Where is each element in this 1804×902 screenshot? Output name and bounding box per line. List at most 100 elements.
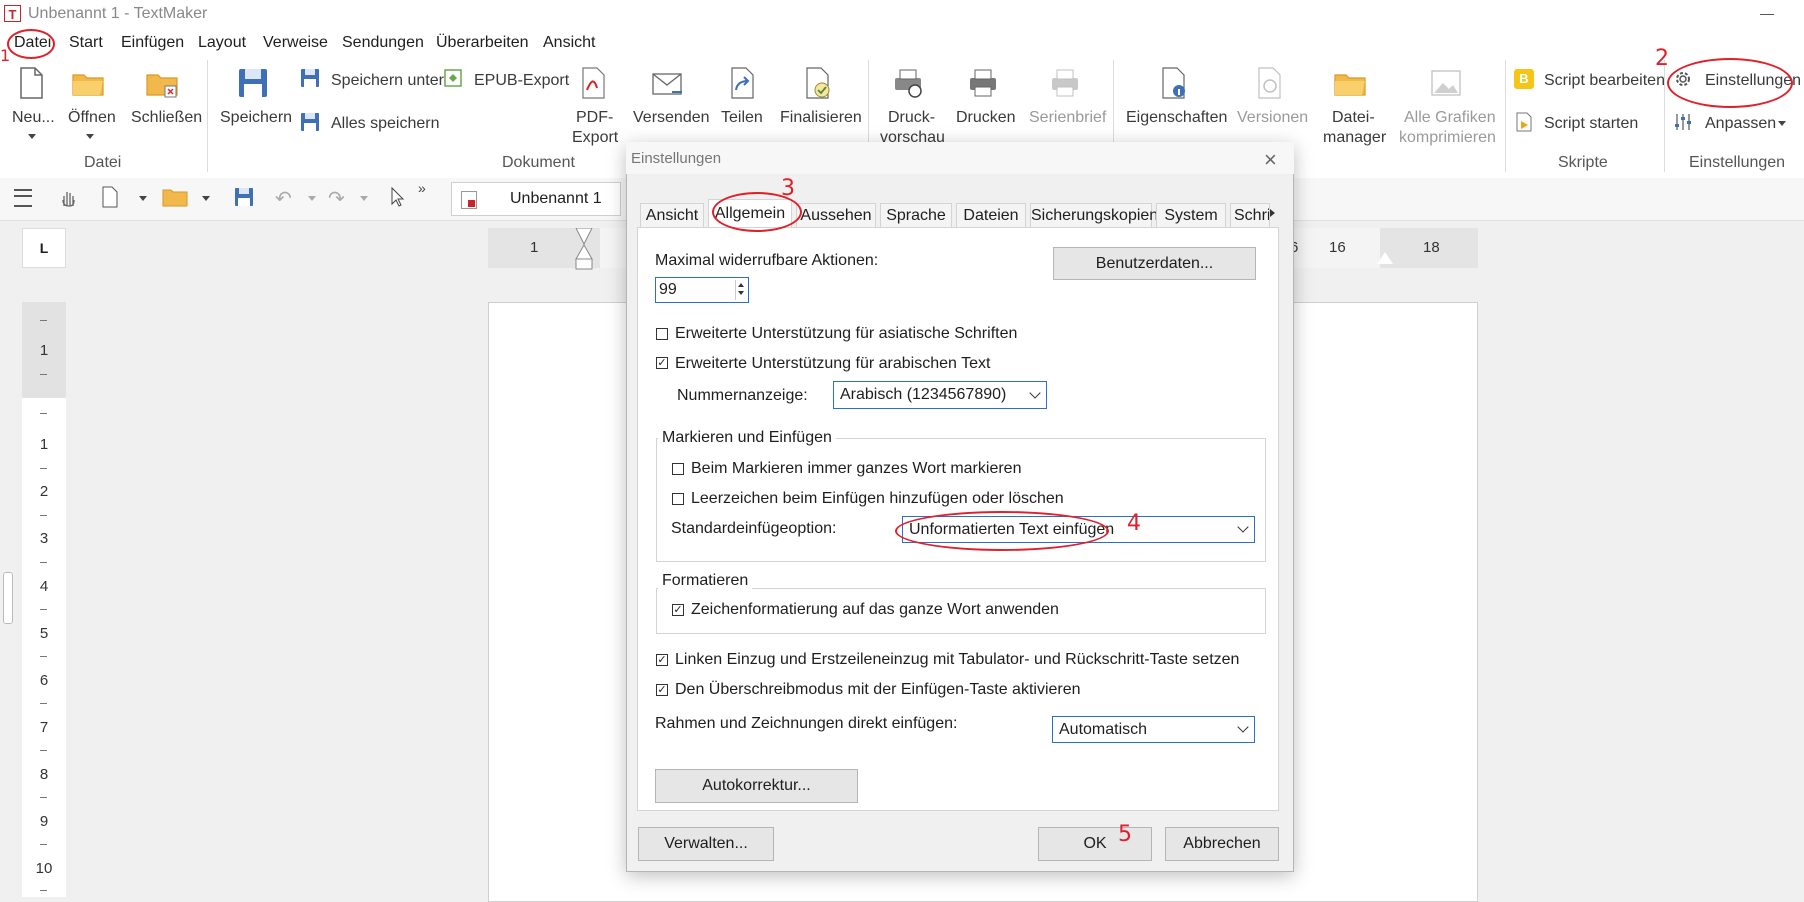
minimize-icon[interactable]	[1760, 14, 1774, 15]
tab-schrift[interactable]: Schri	[1230, 203, 1270, 227]
manage-button[interactable]: Verwalten...	[638, 827, 774, 861]
menu-einfuegen[interactable]: Einfügen	[121, 34, 184, 52]
tab-aussehen[interactable]: Aussehen	[796, 203, 876, 227]
finalize-icon	[806, 67, 830, 99]
ribbon-save-all-button[interactable]	[300, 112, 320, 137]
frames-label: Rahmen und Zeichnungen direkt einfügen:	[655, 715, 958, 732]
menu-layout[interactable]: Layout	[198, 34, 246, 52]
ruler-number: 4	[39, 578, 49, 595]
spinner-arrows-icon[interactable]	[735, 280, 746, 300]
arabic-text-label: Erweiterte Unterstützung für arabischen …	[675, 355, 991, 372]
ribbon-share-button[interactable]	[725, 66, 759, 105]
menu-sendungen[interactable]: Sendungen	[342, 34, 424, 52]
new-doc-button[interactable]	[100, 186, 120, 213]
script-start-icon	[1516, 112, 1532, 132]
ribbon-save-as-button[interactable]	[300, 68, 320, 93]
tab-system[interactable]: System	[1156, 203, 1226, 227]
tab-indent-checkbox[interactable]: ✓	[656, 654, 668, 666]
annotation-number: 4	[1127, 511, 1141, 536]
ribbon-pdf-label-1: PDF-	[576, 109, 614, 126]
tab-ansicht[interactable]: Ansicht	[640, 203, 704, 227]
print-preview-icon	[895, 69, 922, 98]
ribbon-open-button[interactable]	[71, 66, 105, 105]
ribbon-compress-button[interactable]	[1429, 66, 1463, 105]
chevron-down-icon[interactable]	[202, 196, 210, 201]
arabic-text-checkbox[interactable]: ✓	[656, 357, 668, 369]
sidebar-toggle-handle[interactable]	[3, 572, 13, 624]
right-indent-marker-icon[interactable]	[1377, 252, 1393, 264]
undo-icon[interactable]: ↶	[275, 186, 292, 211]
max-undo-value[interactable]: 99	[659, 281, 677, 299]
ribbon-script-start-label[interactable]: Script starten	[1544, 114, 1638, 134]
open-folder-icon	[162, 189, 188, 207]
tab-sprache[interactable]: Sprache	[880, 203, 952, 227]
menu-ueberarbeiten[interactable]: Überarbeiten	[436, 34, 529, 52]
autocorrect-button[interactable]: Autokorrektur...	[655, 769, 858, 803]
chevron-down-icon[interactable]	[86, 134, 94, 139]
ribbon-new-button[interactable]	[14, 66, 48, 105]
indent-marker-icon[interactable]	[575, 227, 593, 274]
chevron-down-icon[interactable]	[360, 196, 368, 201]
tab-stop-selector[interactable]: L	[22, 228, 66, 268]
ribbon-customize-label[interactable]: Anpassen	[1705, 114, 1776, 134]
ribbon-properties-button[interactable]	[1156, 66, 1190, 105]
overwrite-checkbox[interactable]: ✓	[656, 684, 668, 696]
menu-verweise[interactable]: Verweise	[263, 34, 328, 52]
tab-dateien[interactable]: Dateien	[956, 203, 1026, 227]
close-icon[interactable]: ×	[1264, 147, 1277, 173]
ribbon-filemanager-button[interactable]	[1333, 66, 1367, 105]
ribbon-properties-label: Eigenschaften	[1126, 109, 1228, 126]
ribbon-print-preview-button[interactable]	[891, 66, 925, 105]
ruler-number: 8	[39, 766, 49, 783]
script-edit-icon[interactable]: B	[1514, 69, 1534, 89]
ruler-tick	[40, 562, 47, 563]
ribbon-save-all-label[interactable]: Alles speichern	[331, 114, 440, 134]
whole-word-checkbox[interactable]	[672, 463, 684, 475]
ribbon-versions-button[interactable]	[1252, 66, 1286, 105]
frames-select[interactable]: Automatisch	[1052, 716, 1255, 743]
save-button[interactable]	[234, 187, 254, 212]
chevron-down-icon[interactable]	[308, 196, 316, 201]
menu-ansicht[interactable]: Ansicht	[543, 34, 595, 52]
ribbon-separator	[207, 60, 208, 172]
ok-button[interactable]: OK	[1038, 827, 1152, 861]
chevron-down-icon[interactable]	[1778, 121, 1786, 126]
ribbon-separator	[1505, 60, 1506, 172]
open-button[interactable]	[162, 187, 188, 212]
frames-value: Automatisch	[1059, 721, 1148, 738]
toolbar-overflow-icon[interactable]: »	[418, 180, 426, 196]
select-tool-button[interactable]	[390, 186, 408, 213]
ribbon-mailmerge-button[interactable]	[1048, 66, 1082, 105]
hamburger-menu-icon[interactable]	[14, 189, 32, 207]
cancel-button[interactable]: Abbrechen	[1165, 827, 1279, 861]
ribbon-save-as-label[interactable]: Speichern unter	[331, 71, 444, 91]
ribbon-finalize-button[interactable]	[800, 66, 834, 105]
hand-icon	[62, 192, 75, 207]
ribbon-epub-button[interactable]	[443, 68, 463, 93]
script-start-button[interactable]	[1514, 112, 1534, 137]
chevron-down-icon[interactable]	[139, 196, 147, 201]
group-label-dokument: Dokument	[502, 154, 575, 171]
number-display-select[interactable]: Arabisch (1234567890)	[833, 381, 1047, 409]
chevron-down-icon[interactable]	[28, 134, 36, 139]
char-format-checkbox[interactable]: ✓	[672, 604, 684, 616]
customize-button[interactable]	[1673, 112, 1693, 137]
ribbon-epub-label[interactable]: EPUB-Export	[474, 71, 569, 91]
asian-fonts-checkbox[interactable]	[656, 328, 668, 340]
dialog-titlebar[interactable]	[626, 142, 1294, 174]
tab-scroll-right-icon[interactable]	[1270, 209, 1275, 217]
menu-start[interactable]: Start	[69, 34, 103, 52]
ribbon-script-edit-label[interactable]: Script bearbeiten	[1544, 71, 1665, 91]
ribbon-pdf-button[interactable]	[576, 66, 610, 105]
spaces-checkbox[interactable]	[672, 493, 684, 505]
user-data-button[interactable]: Benutzerdaten...	[1053, 247, 1256, 280]
ruler-tick	[40, 656, 47, 657]
ribbon-save-button[interactable]	[236, 66, 270, 105]
hand-tool-button[interactable]	[58, 188, 78, 213]
tab-sicherungskopien[interactable]: Sicherungskopien	[1030, 203, 1158, 227]
ribbon-close-button[interactable]	[145, 66, 179, 105]
mail-icon	[652, 73, 682, 95]
ribbon-send-button[interactable]	[650, 66, 684, 105]
ribbon-print-button[interactable]	[966, 66, 1000, 105]
redo-icon[interactable]: ↷	[328, 186, 345, 211]
